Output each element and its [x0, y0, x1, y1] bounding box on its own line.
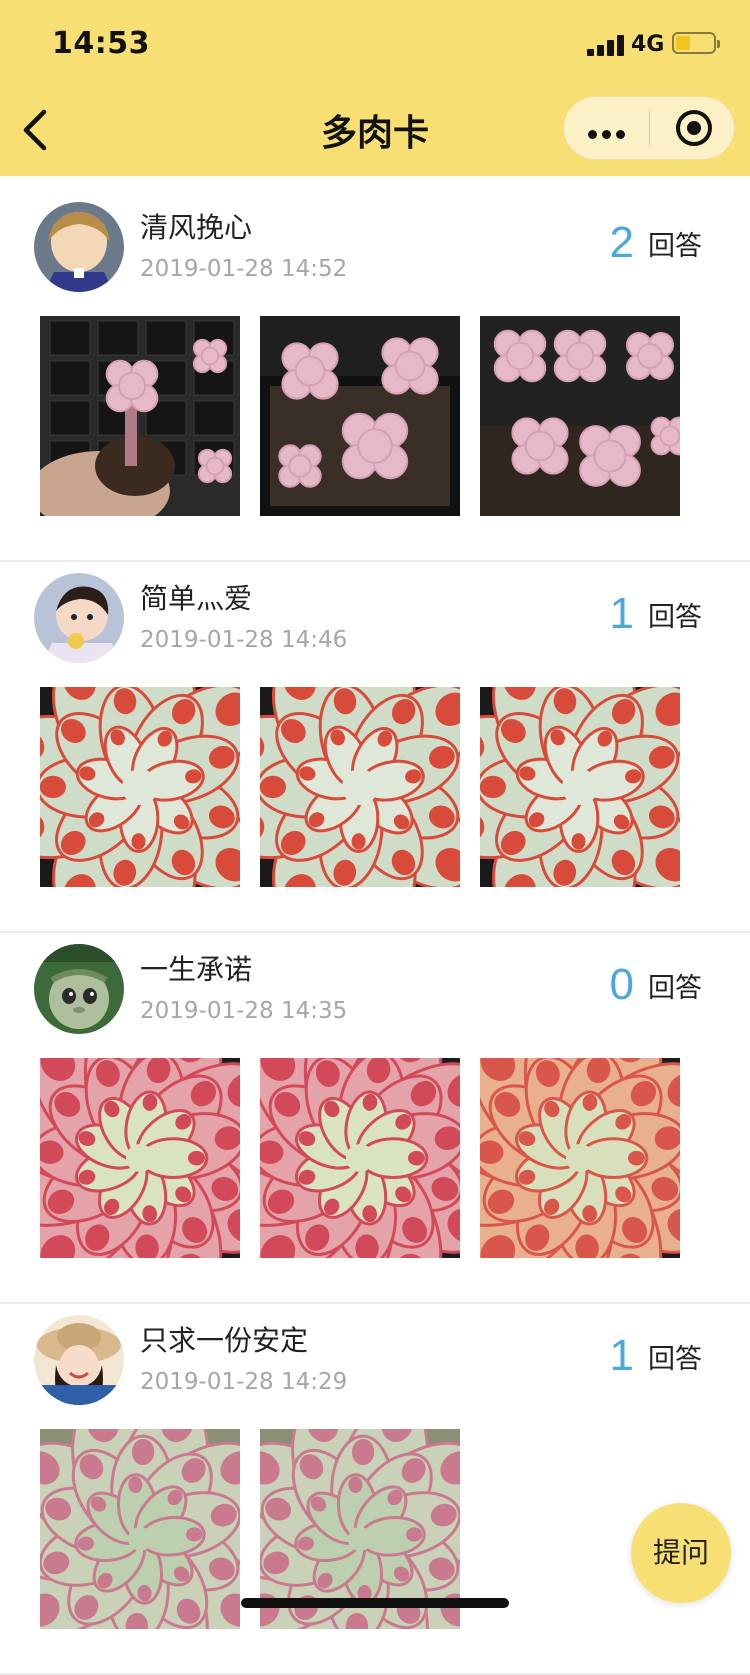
answer-label: 回答 [648, 230, 702, 262]
signal-icon [587, 34, 627, 56]
succulent-red-rosette-image [260, 687, 460, 887]
network-type: 4G [631, 32, 665, 57]
succulent-pink-cluster-image [480, 316, 680, 516]
succulent-echeveria-orange-image [480, 1058, 680, 1258]
succulent-echeveria-pink-image [40, 1058, 240, 1258]
succulent-photo[interactable] [40, 1058, 240, 1258]
succulent-photo[interactable] [260, 687, 460, 887]
user-avatar[interactable] [34, 944, 124, 1034]
miniprogram-capsule [563, 96, 735, 160]
post-time: 2019-01-28 14:29 [140, 1369, 348, 1395]
post-time: 2019-01-28 14:52 [140, 256, 348, 282]
username: 简单灬爱 [140, 582, 253, 615]
username: 清风挽心 [140, 211, 253, 244]
avatar-woman-hat [34, 1315, 124, 1405]
username: 只求一份安定 [140, 1324, 309, 1357]
succulent-photo[interactable] [480, 687, 680, 887]
question-card[interactable]: 清风挽心 2019-01-28 14:52 2 回答 [0, 176, 750, 562]
succulent-echeveria-pink-image [260, 1058, 460, 1258]
succulent-photo[interactable] [40, 316, 240, 516]
answer-label: 回答 [648, 1343, 702, 1375]
succulent-photo[interactable] [480, 1058, 680, 1258]
avatar-toddler [34, 573, 124, 663]
answer-count-badge: 2 回答 [610, 218, 702, 274]
succulent-pink-tray-image [260, 316, 460, 516]
succulent-green-pink-image [40, 1429, 240, 1629]
answer-count: 2 [609, 218, 634, 267]
succulent-photo[interactable] [480, 316, 680, 516]
user-avatar[interactable] [34, 1315, 124, 1405]
more-button[interactable] [564, 97, 649, 159]
answer-count: 0 [609, 960, 634, 1009]
user-avatar[interactable] [34, 573, 124, 663]
succulent-red-rosette-image [40, 687, 240, 887]
succulent-red-rosette-image [480, 687, 680, 887]
status-time: 14:53 [52, 26, 150, 61]
answer-count-badge: 1 回答 [610, 1331, 702, 1387]
battery-level [676, 36, 691, 50]
post-time: 2019-01-28 14:46 [140, 627, 348, 653]
answer-count-badge: 0 回答 [610, 960, 702, 1016]
succulent-photo[interactable] [260, 1058, 460, 1258]
avatar-cartoon-boy [34, 202, 124, 292]
question-card[interactable]: 简单灬爱 2019-01-28 14:46 1 回答 [0, 547, 750, 933]
avatar-green-monster [34, 944, 124, 1034]
app-header: 14:53 4G 多肉卡 [0, 0, 750, 176]
succulent-photo[interactable] [40, 687, 240, 887]
question-card[interactable]: 一生承诺 2019-01-28 14:35 0 回答 [0, 918, 750, 1304]
succulent-pink-cutting-image [40, 316, 240, 516]
user-avatar[interactable] [34, 202, 124, 292]
succulent-photo[interactable] [40, 1429, 240, 1629]
answer-label: 回答 [648, 601, 702, 633]
home-indicator [241, 1598, 509, 1608]
answer-count-badge: 1 回答 [610, 589, 702, 645]
answer-label: 回答 [648, 972, 702, 1004]
ask-question-button[interactable]: 提问 [631, 1503, 731, 1603]
succulent-photo[interactable] [260, 316, 460, 516]
close-miniprogram-button[interactable] [650, 97, 735, 159]
post-time: 2019-01-28 14:35 [140, 998, 348, 1024]
battery-icon [672, 32, 720, 54]
answer-count: 1 [609, 589, 634, 638]
username: 一生承诺 [140, 953, 253, 986]
question-card[interactable]: 只求一份安定 2019-01-28 14:29 1 回答 [0, 1289, 750, 1675]
target-icon [676, 110, 712, 146]
more-dots-icon [588, 124, 630, 143]
answer-count: 1 [609, 1331, 634, 1380]
